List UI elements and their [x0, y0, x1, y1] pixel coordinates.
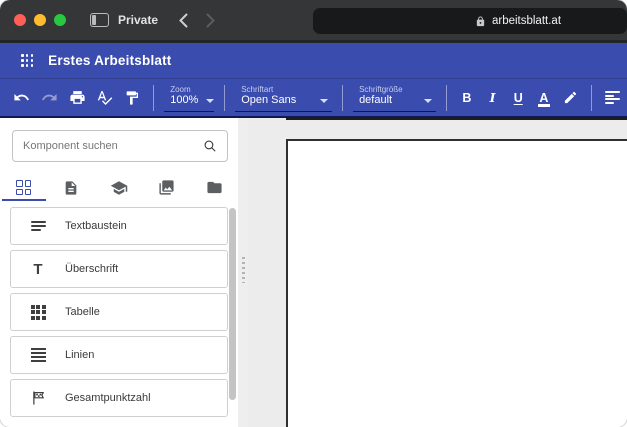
- minimize-window-button[interactable]: [34, 14, 46, 26]
- toolbar-divider: [446, 85, 447, 111]
- url-text: arbeitsblatt.at: [492, 15, 561, 27]
- component-label: Textbaustein: [65, 220, 127, 232]
- school-icon: [110, 179, 128, 197]
- checkered-flag-icon: [31, 390, 46, 406]
- private-badge: Private: [118, 13, 158, 27]
- tab-files[interactable]: [190, 174, 238, 201]
- worksheet-canvas[interactable]: [248, 118, 627, 427]
- traffic-lights: [14, 14, 66, 26]
- redo-icon: [41, 89, 58, 106]
- component-search[interactable]: [12, 130, 228, 162]
- component-card-textbaustein[interactable]: Textbaustein: [10, 207, 228, 245]
- font-family-select[interactable]: Schriftart Open Sans: [235, 83, 332, 112]
- editor-toolbar: Zoom 100% Schriftart Open Sans Schriftgr…: [0, 78, 627, 118]
- scrollbar-thumb[interactable]: [229, 208, 236, 400]
- worksheet-page[interactable]: [286, 139, 627, 427]
- font-family-label: Schriftart: [241, 85, 328, 94]
- print-button[interactable]: [63, 84, 91, 112]
- font-color-button[interactable]: A: [531, 85, 557, 111]
- pencil-icon: [563, 90, 578, 105]
- toolbar-divider: [153, 85, 154, 111]
- italic-button[interactable]: I: [480, 85, 506, 111]
- component-label: Gesamtpunktzahl: [65, 392, 151, 404]
- component-label: Linien: [65, 349, 94, 361]
- browser-chrome: Private arbeitsblatt.at: [0, 0, 627, 43]
- zoom-label: Zoom: [170, 85, 210, 94]
- drag-grip-icon: [242, 257, 245, 283]
- zoom-value: 100%: [170, 94, 198, 107]
- sidebar-tabs: [0, 174, 238, 201]
- component-card-linien[interactable]: Linien: [10, 336, 228, 374]
- text-lines-icon: [28, 219, 48, 233]
- page-top-edge: [286, 118, 627, 120]
- image-library-icon: [158, 179, 175, 196]
- format-paint-button[interactable]: [119, 84, 147, 112]
- chevron-down-icon: [320, 99, 328, 103]
- document-icon: [63, 180, 79, 196]
- toolbar-divider: [224, 85, 225, 111]
- table-icon: [31, 305, 46, 320]
- font-size-value: default: [359, 94, 392, 107]
- heading-t-icon: T: [33, 262, 42, 277]
- spellcheck-button[interactable]: [91, 84, 119, 112]
- undo-icon: [13, 89, 30, 106]
- components-grid-icon: [16, 180, 31, 195]
- component-label: Tabelle: [65, 306, 100, 318]
- paint-roller-icon: [124, 90, 140, 106]
- font-size-label: Schriftgröße: [359, 85, 432, 94]
- browser-window: Private arbeitsblatt.at Erstes Arbeitsbl…: [0, 0, 627, 427]
- back-button[interactable]: [178, 13, 189, 28]
- tab-documents[interactable]: [48, 174, 96, 201]
- component-card-gesamtpunktzahl[interactable]: Gesamtpunktzahl: [10, 379, 228, 417]
- chevron-down-icon: [206, 99, 214, 103]
- underline-button[interactable]: U: [505, 85, 531, 111]
- apps-grid-icon[interactable]: [21, 54, 33, 66]
- print-icon: [69, 89, 86, 106]
- toolbar-divider: [591, 85, 592, 111]
- chevron-down-icon: [424, 99, 432, 103]
- highlight-button[interactable]: [557, 84, 585, 112]
- component-list: Textbaustein T Überschrift Tabelle: [0, 207, 238, 422]
- font-size-select[interactable]: Schriftgröße default: [353, 83, 436, 112]
- bold-button[interactable]: B: [454, 85, 480, 111]
- sidebar-toggle-icon[interactable]: [90, 13, 109, 27]
- font-family-value: Open Sans: [241, 94, 296, 107]
- tab-school[interactable]: [95, 174, 143, 201]
- address-bar[interactable]: arbeitsblatt.at: [313, 8, 627, 34]
- redo-button[interactable]: [36, 84, 64, 112]
- zoom-select[interactable]: Zoom 100%: [164, 83, 214, 112]
- main-content: Textbaustein T Überschrift Tabelle: [0, 118, 627, 427]
- app-header: Erstes Arbeitsblatt: [0, 43, 627, 78]
- component-card-tabelle[interactable]: Tabelle: [10, 293, 228, 331]
- sidebar-resize-handle[interactable]: [238, 118, 248, 427]
- tab-images[interactable]: [143, 174, 191, 201]
- forward-button[interactable]: [205, 13, 216, 28]
- component-sidebar: Textbaustein T Überschrift Tabelle: [0, 118, 238, 427]
- tab-components[interactable]: [0, 174, 48, 201]
- toolbar-divider: [342, 85, 343, 111]
- align-button[interactable]: [599, 84, 627, 112]
- close-window-button[interactable]: [14, 14, 26, 26]
- search-input[interactable]: [23, 140, 203, 152]
- folder-icon: [206, 179, 223, 196]
- undo-button[interactable]: [8, 84, 36, 112]
- page-title: Erstes Arbeitsblatt: [48, 53, 171, 68]
- component-label: Überschrift: [65, 263, 118, 275]
- zoom-window-button[interactable]: [54, 14, 66, 26]
- lines-icon: [28, 347, 48, 364]
- lock-icon: [475, 16, 486, 27]
- spellcheck-icon: [96, 89, 113, 106]
- sidebar-scrollbar[interactable]: [229, 206, 236, 427]
- align-left-icon: [605, 90, 621, 106]
- component-card-ueberschrift[interactable]: T Überschrift: [10, 250, 228, 288]
- search-icon: [203, 139, 217, 153]
